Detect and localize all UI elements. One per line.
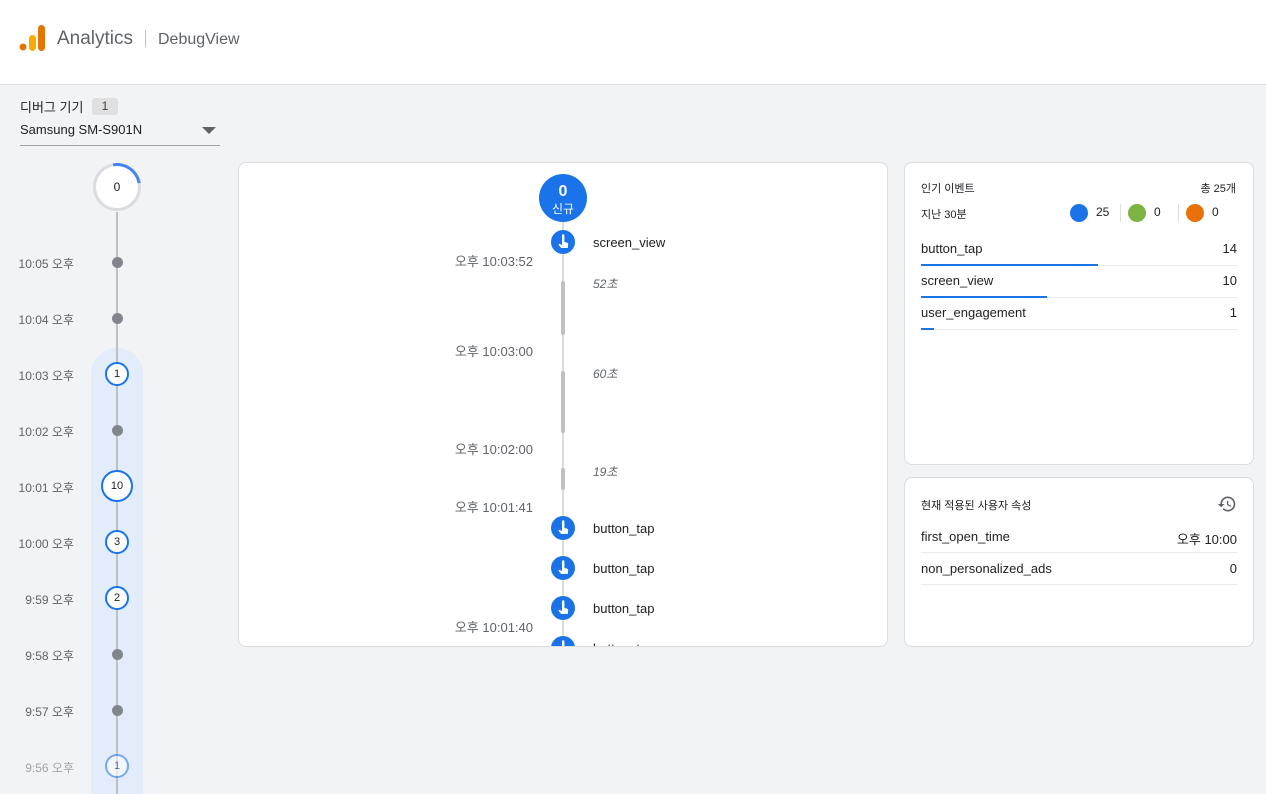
bug-icon [1186,204,1204,222]
top-event-name: screen_view [921,273,994,288]
event-type-count-value: 25 [1096,205,1110,219]
minute-time: 10:02 오후 [18,425,74,439]
stream-timestamp: 오후 10:01:41 [454,500,533,515]
analytics-logo-icon[interactable] [19,24,47,52]
user-property-name: non_personalized_ads [921,561,1052,576]
user-property-value: 오후 10:00 [1176,532,1237,547]
new-events-badge[interactable]: 0 신규 [539,174,587,222]
minute-event-count[interactable]: 2 [105,586,129,610]
minute-time: 9:58 오후 [25,649,74,663]
debug-device-count-badge: 1 [92,98,118,115]
touch-icon[interactable] [551,556,575,580]
new-events-label: 신규 [551,202,575,216]
minute-time: 9:59 오후 [25,593,74,607]
minute-time: 10:05 오후 [18,257,74,271]
touch-icon[interactable] [551,596,575,620]
minute-dot [112,257,123,268]
app-name: Analytics [57,28,134,49]
top-events-card: 인기 이벤트 총 25개 지난 30분 25 0 0 button_tap 14 scr… [904,162,1254,465]
page-title: DebugView [158,31,240,48]
minute-time: 10:04 오후 [18,313,74,327]
top-event-row[interactable]: user_engagement 1 [921,298,1237,330]
debug-device-value: Samsung SM-S901N [20,122,143,137]
stream-timestamp: 오후 10:02:00 [454,442,533,457]
type-divider [1120,204,1121,222]
top-events-total: 총 25개 [1200,183,1236,195]
event-type-count-value: 0 [1154,205,1161,219]
minute-event-count[interactable]: 1 [105,362,129,386]
minute-row[interactable]: 10:03 오후 1 [0,359,235,389]
user-property-row[interactable]: non_personalized_ads 0 [921,553,1237,585]
minute-event-count[interactable]: 1 [105,754,129,778]
history-icon[interactable] [1217,494,1237,514]
user-properties-title: 현재 적용된 사용자 속성 [921,500,1032,512]
seconds-progress-arc [83,153,151,221]
top-event-count: 14 [1222,241,1237,256]
new-events-count: 0 [558,183,568,200]
stream-event-name[interactable]: button_tap [593,641,654,646]
user-property-row[interactable]: first_open_time 오후 10:00 [921,521,1237,553]
top-event-name: user_engagement [921,305,1026,320]
minute-row[interactable]: 9:57 오후 [0,695,235,725]
stream-timestamp: 오후 10:03:52 [454,254,533,269]
header-divider [145,30,146,47]
stream-gap-label: 19초 [593,465,618,479]
minute-dot [112,705,123,716]
top-event-row[interactable]: button_tap 14 [921,234,1237,266]
minute-time: 9:57 오후 [25,705,74,719]
event-type-count-value: 0 [1212,205,1219,219]
minute-dot [112,649,123,660]
top-event-share-bar [921,328,934,330]
minute-row[interactable]: 10:04 오후 [0,303,235,333]
minute-time: 10:01 오후 [18,481,74,495]
top-event-name: button_tap [921,241,983,256]
top-events-title: 인기 이벤트 [921,183,975,195]
minute-row[interactable]: 10:02 오후 [0,415,235,445]
minute-row[interactable]: 10:01 오후 10 [0,470,235,502]
minute-time: 10:00 오후 [18,537,74,551]
user-property-value: 0 [1229,561,1237,576]
debug-device-label: 디버그 기기 [20,100,84,115]
stream-timestamp: 오후 10:01:40 [454,620,533,635]
top-event-row[interactable]: screen_view 10 [921,266,1237,298]
event-type-counts: 25 0 0 [1070,203,1236,223]
minute-row[interactable]: 9:56 오후 1 [0,751,235,781]
gap-bar [561,281,565,335]
stream-event-name[interactable]: button_tap [593,601,654,616]
minute-row[interactable]: 10:05 오후 [0,247,235,277]
user-properties-card: 현재 적용된 사용자 속성 first_open_time 오후 10:00 non… [904,477,1254,647]
minute-dot [112,425,123,436]
seconds-stream-card: 0 신규 screen_view 오후 10:03:52 52초 오후 10:0… [238,162,888,647]
flag-icon [1128,204,1146,222]
minute-time: 9:56 오후 [25,761,74,775]
stream-gap-label: 60초 [593,367,618,381]
minute-row[interactable]: 9:58 오후 [0,639,235,669]
gap-bar [561,371,565,433]
minute-time: 10:03 오후 [18,369,74,383]
app-header: Analytics DebugView [0,0,1266,85]
stream-timestamp: 오후 10:03:00 [454,344,533,359]
touch-icon[interactable] [551,230,575,254]
top-events-period: 지난 30분 [921,209,967,221]
stream-gap-label: 52초 [593,277,618,291]
minute-event-count[interactable]: 10 [101,470,133,502]
type-divider [1178,204,1179,222]
touch-icon [1070,204,1088,222]
touch-icon[interactable] [551,636,575,646]
stream-event-name[interactable]: button_tap [593,561,654,576]
debug-device-select[interactable]: Samsung SM-S901N [20,116,220,146]
minute-dot [112,313,123,324]
user-property-name: first_open_time [921,529,1010,544]
stream-event-name[interactable]: screen_view [593,235,665,250]
stream-event-name[interactable]: button_tap [593,521,654,536]
chevron-down-icon [202,127,216,134]
minute-row[interactable]: 10:00 오후 3 [0,527,235,557]
top-event-count: 1 [1229,305,1237,320]
top-event-count: 10 [1222,273,1237,288]
minute-event-count[interactable]: 3 [105,530,129,554]
gap-bar [561,468,565,490]
minute-row[interactable]: 9:59 오후 2 [0,583,235,613]
touch-icon[interactable] [551,516,575,540]
